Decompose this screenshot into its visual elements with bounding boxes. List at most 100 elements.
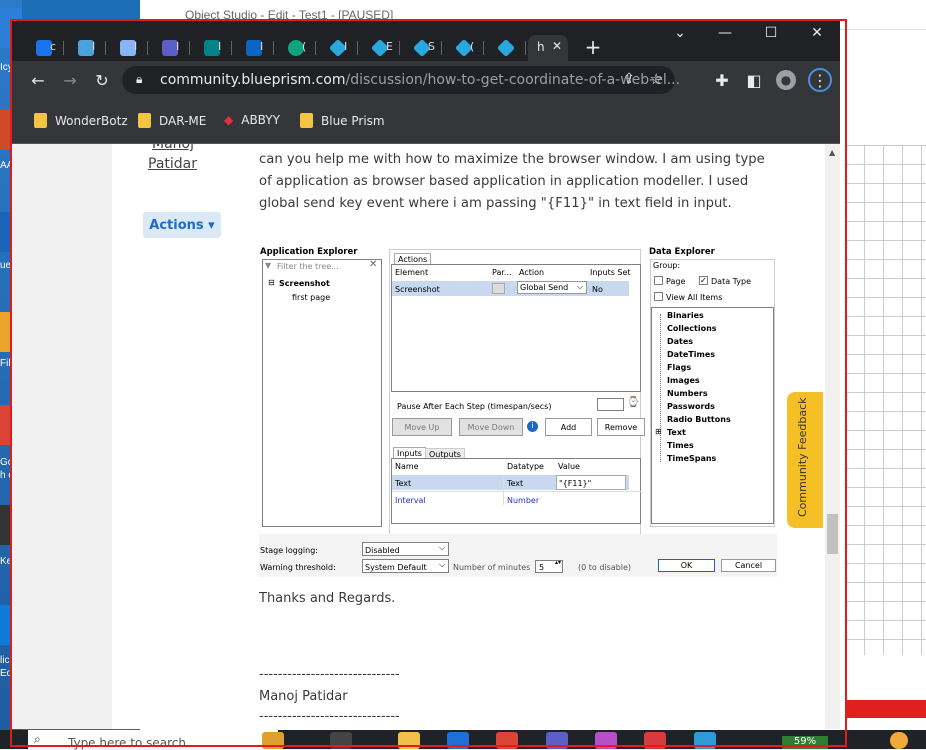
taskbar-app-icon[interactable] xyxy=(644,732,666,749)
info-icon[interactable]: i xyxy=(527,421,538,432)
close-window-button[interactable]: ✕ xyxy=(794,21,840,45)
extensions-icon[interactable]: ✚ xyxy=(712,70,732,90)
tab-search-icon[interactable]: ⌄ xyxy=(657,21,703,45)
share-icon[interactable]: ⇪ xyxy=(623,71,635,87)
tree-root-item[interactable]: Screenshot xyxy=(279,279,330,288)
datatype-item[interactable]: Collections xyxy=(667,324,717,333)
address-bar[interactable]: 🔒︎ community.blueprism.com/discussion/ho… xyxy=(122,66,680,94)
datatype-item[interactable]: Numbers xyxy=(667,389,708,398)
chevron-down-icon: ⌵ xyxy=(439,543,446,552)
tab-label: I xyxy=(92,40,96,53)
datatype-item[interactable]: Radio Buttons xyxy=(667,415,731,424)
profile-avatar-icon[interactable]: ● xyxy=(776,70,796,90)
browser-tab[interactable]: I xyxy=(192,35,232,61)
tree-child-item[interactable]: first page xyxy=(292,293,330,302)
new-tab-button[interactable]: + xyxy=(582,37,604,59)
warning-threshold-label: Warning threshold: xyxy=(260,563,336,572)
community-feedback-tab[interactable]: Community Feedback xyxy=(787,392,823,528)
actions-col-header: Par... xyxy=(492,268,512,277)
bookmark-dar-me[interactable]: DAR-ME xyxy=(138,113,206,128)
onenote-icon[interactable] xyxy=(595,732,617,749)
inputs-cell-value: "{F11}" xyxy=(559,479,592,488)
inputs-cell-name: Text xyxy=(395,479,412,488)
minimize-button[interactable]: — xyxy=(702,21,748,45)
task-view-icon[interactable] xyxy=(330,732,352,749)
tree-expand-icon[interactable]: ⊞ xyxy=(655,427,662,436)
page-checkbox[interactable] xyxy=(654,276,663,285)
clear-filter-icon[interactable]: ✕ xyxy=(369,259,377,270)
taskbar-search-box[interactable]: ⌕ Type here to search xyxy=(28,730,278,750)
bookmark-wonderbotz[interactable]: WonderBotz xyxy=(34,113,128,128)
cancel-button[interactable]: Cancel xyxy=(721,559,776,572)
browser-tab[interactable]: I xyxy=(150,35,190,61)
embedded-screenshot: Application Explorer ▼ Filter the tree..… xyxy=(259,244,777,577)
datatype-item[interactable]: TimeSpans xyxy=(667,454,716,463)
move-down-button[interactable]: Move Down xyxy=(459,418,523,436)
view-all-checkbox[interactable] xyxy=(654,292,663,301)
browser-tab[interactable]: I xyxy=(318,35,358,61)
datatype-checkbox[interactable]: ✓ xyxy=(699,276,708,285)
datatype-item[interactable]: DateTimes xyxy=(667,350,715,359)
author-last-name[interactable]: Patidar xyxy=(148,156,197,172)
file-explorer-icon[interactable] xyxy=(398,732,420,749)
scroll-up-icon[interactable]: ▲ xyxy=(829,148,835,157)
page-scrollbar[interactable]: ▲ xyxy=(825,144,840,729)
add-button[interactable]: Add xyxy=(545,418,592,436)
browser-tab[interactable]: I xyxy=(108,35,148,61)
spinner-icon[interactable]: ▴▾ xyxy=(555,559,561,566)
datatype-item[interactable]: Dates xyxy=(667,337,693,346)
battery-indicator[interactable]: 59% xyxy=(782,736,828,749)
browser-tab[interactable]: ( xyxy=(444,35,484,61)
datatype-item[interactable]: Passwords xyxy=(667,402,715,411)
browser-tab[interactable]: E xyxy=(360,35,400,61)
ok-button[interactable]: OK xyxy=(658,559,715,572)
actions-cell-params[interactable] xyxy=(492,283,505,294)
back-icon[interactable]: ← xyxy=(28,70,48,90)
browser-tab[interactable]: c xyxy=(24,35,64,61)
taskbar-app-icon[interactable] xyxy=(694,732,716,749)
actions-dropdown-button[interactable]: Actions ▾ xyxy=(143,212,221,238)
bookmark-abbyy[interactable]: ◆ ABBYY xyxy=(224,113,280,127)
browser-tab-active[interactable]: h ✕ xyxy=(528,35,568,61)
filter-input[interactable]: Filter the tree... xyxy=(277,262,339,271)
tab-strip: c I I I I I ( I E S ( h ✕ + ⌄ — ☐ ✕ xyxy=(12,21,840,61)
author-first-name[interactable]: Manoj xyxy=(152,144,194,152)
abbyy-icon: ◆ xyxy=(224,113,234,127)
browser-tab[interactable]: S xyxy=(402,35,442,61)
actions-col-header: Action xyxy=(519,268,545,277)
browser-tab[interactable]: ( xyxy=(276,35,316,61)
weather-icon[interactable] xyxy=(890,732,908,749)
datatype-item[interactable]: Images xyxy=(667,376,700,385)
stage-logging-label: Stage logging: xyxy=(260,546,318,555)
move-up-button[interactable]: Move Up xyxy=(392,418,452,436)
browser-tab[interactable]: I xyxy=(66,35,106,61)
remove-button[interactable]: Remove xyxy=(597,418,645,436)
reload-icon[interactable]: ↻ xyxy=(92,70,112,90)
filter-icon: ▼ xyxy=(265,261,272,270)
datatype-item[interactable]: Text xyxy=(667,428,686,437)
chrome-icon[interactable] xyxy=(496,732,518,749)
group-label: Group: xyxy=(653,261,681,270)
clock-icon[interactable]: ⌚ xyxy=(627,397,639,408)
datatype-item[interactable]: Times xyxy=(667,441,694,450)
maximize-button[interactable]: ☐ xyxy=(748,21,794,45)
browser-tab[interactable]: I xyxy=(234,35,274,61)
forward-icon[interactable]: → xyxy=(60,70,80,90)
app-explorer-title: Application Explorer xyxy=(260,247,358,257)
taskbar-app-icon[interactable] xyxy=(262,732,284,749)
bookmark-star-icon[interactable]: ☆ xyxy=(650,70,663,88)
menu-dots-icon[interactable]: ⋮ xyxy=(808,68,832,92)
datatype-item[interactable]: Flags xyxy=(667,363,691,372)
close-tab-icon[interactable]: ✕ xyxy=(552,39,562,53)
outlook-icon[interactable] xyxy=(447,732,469,749)
pause-input[interactable] xyxy=(597,398,624,411)
bookmark-blue-prism[interactable]: Blue Prism xyxy=(300,113,385,128)
lock-icon[interactable]: 🔒︎ xyxy=(136,72,142,87)
side-panel-icon[interactable]: ◧ xyxy=(744,70,764,90)
browser-tab[interactable] xyxy=(486,35,526,61)
datatype-item[interactable]: Binaries xyxy=(667,311,704,320)
teams-icon[interactable] xyxy=(546,732,568,749)
actions-col-header: Element xyxy=(395,268,429,277)
tree-collapse-icon[interactable]: ⊟ xyxy=(268,278,275,287)
scrollbar-thumb[interactable] xyxy=(827,514,838,554)
